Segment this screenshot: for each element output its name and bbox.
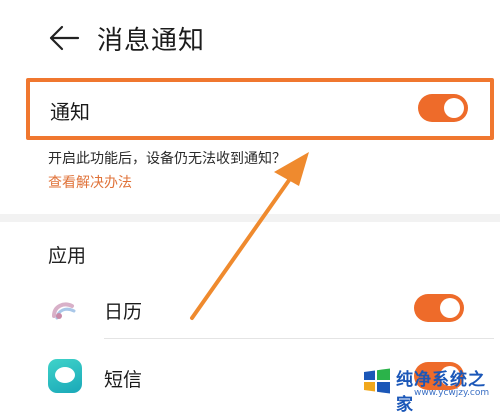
page-title: 消息通知 bbox=[97, 26, 206, 56]
help-link[interactable]: 查看解决办法 bbox=[48, 172, 132, 192]
notification-switch[interactable] bbox=[418, 94, 468, 122]
row-divider bbox=[104, 338, 494, 339]
watermark: 纯净系统之家 www.ycwjzy.com bbox=[362, 362, 498, 415]
watermark-url: www.ycwjzy.com bbox=[414, 388, 490, 398]
app-row-calendar[interactable]: 日历 bbox=[0, 280, 500, 336]
calendar-switch[interactable] bbox=[414, 294, 464, 322]
notification-toggle-row[interactable]: 通知 bbox=[26, 78, 494, 140]
apps-section-title: 应用 bbox=[48, 245, 87, 267]
back-arrow-icon[interactable] bbox=[48, 24, 80, 52]
help-text: 开启此功能后，设备仍无法收到通知？ bbox=[48, 151, 286, 167]
switch-knob bbox=[440, 298, 460, 318]
messages-app-icon bbox=[48, 359, 82, 393]
calendar-app-icon bbox=[48, 292, 82, 326]
switch-knob bbox=[444, 98, 464, 118]
windows-logo-icon bbox=[364, 368, 390, 394]
annotation-arrow-icon bbox=[190, 152, 309, 320]
app-name: 日历 bbox=[104, 301, 143, 323]
app-name: 短信 bbox=[104, 369, 143, 391]
section-divider bbox=[0, 214, 500, 222]
notification-label: 通知 bbox=[50, 100, 90, 124]
